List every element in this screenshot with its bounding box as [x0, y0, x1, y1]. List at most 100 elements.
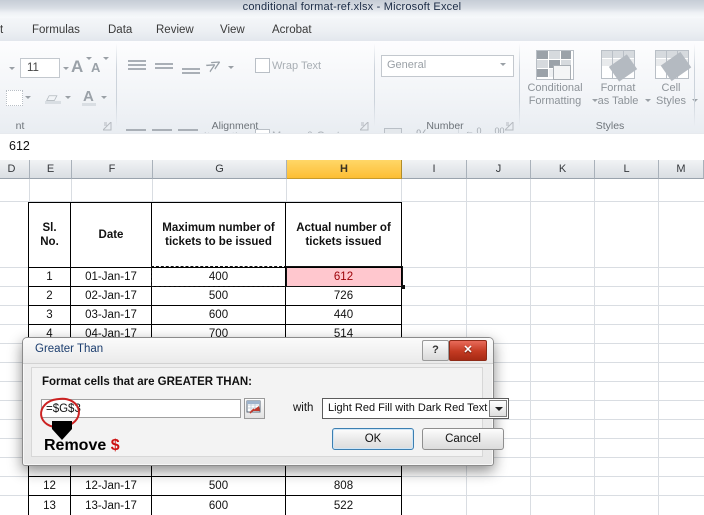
group-label-number: Number	[426, 120, 464, 132]
table-header-date: Date	[71, 203, 152, 267]
table-row[interactable]: 3 03-Jan-17 600 440	[29, 306, 401, 325]
cell-date[interactable]: 03-Jan-17	[71, 306, 152, 324]
help-button[interactable]: ?	[422, 340, 449, 361]
annotation-dollar-symbol: $	[110, 437, 120, 454]
cell-max[interactable]: 400	[152, 268, 286, 286]
table-header-max-tickets-line1: Maximum number of	[162, 222, 275, 234]
font-color-swatch[interactable]	[82, 103, 96, 106]
orientation-caret[interactable]	[228, 66, 234, 69]
group-label-font: nt	[15, 120, 25, 132]
font-name-dropdown-caret[interactable]	[9, 67, 15, 70]
number-format-caret[interactable]	[500, 63, 506, 66]
font-color-caret[interactable]	[101, 96, 107, 99]
window-title-bar: conditional format-ref.xlsx - Microsoft …	[0, 0, 704, 19]
table-row[interactable]: 2 02-Jan-17 500 726	[29, 287, 401, 306]
tab-review[interactable]: Review	[152, 21, 198, 39]
column-header-J[interactable]: J	[467, 160, 531, 179]
table-header-max-tickets-line2: tickets to be issued	[165, 236, 272, 248]
cell-actual[interactable]: 726	[286, 287, 401, 305]
format-as-table-caret[interactable]	[645, 99, 651, 102]
column-header-K[interactable]: K	[531, 160, 595, 179]
range-picker-button[interactable]	[244, 398, 265, 419]
tab-acrobat[interactable]: Acrobat	[268, 21, 316, 39]
table-header-sl-no-line1: Sl.	[42, 222, 57, 234]
formula-bar-value: 612	[9, 139, 30, 153]
cell-max[interactable]: 600	[152, 306, 286, 324]
column-header-E[interactable]: E	[30, 160, 72, 179]
grow-font-icon[interactable]: A	[71, 57, 83, 77]
cell-actual[interactable]: 808	[286, 477, 401, 495]
cell-actual[interactable]: 440	[286, 306, 401, 324]
column-header-G[interactable]: G	[153, 160, 287, 179]
cell-date[interactable]: 13-Jan-17	[71, 496, 152, 515]
dialog-title-bar[interactable]: Greater Than ? ✕	[23, 338, 493, 364]
cancel-button[interactable]: Cancel	[422, 428, 504, 450]
font-size-dropdown-caret[interactable]	[63, 67, 69, 70]
table-row[interactable]: 13 13-Jan-17 600 522	[29, 496, 401, 515]
number-dialog-launcher-icon[interactable]	[505, 122, 514, 131]
table-row[interactable]: 12 12-Jan-17 500 808	[29, 477, 401, 496]
column-header-F[interactable]: F	[72, 160, 153, 179]
window-title: conditional format-ref.xlsx - Microsoft …	[242, 1, 462, 13]
borders-caret[interactable]	[25, 96, 31, 99]
group-label-styles: Styles	[595, 120, 625, 132]
column-header-L[interactable]: L	[595, 160, 659, 179]
fill-color-caret[interactable]	[65, 96, 71, 99]
table-header-row: Sl. No. Date Maximum number of tickets t…	[29, 203, 401, 268]
format-as-table-icon[interactable]	[601, 50, 638, 82]
formula-bar[interactable]: 612	[0, 133, 704, 161]
table-row[interactable]: 1 01-Jan-17 400 612	[29, 268, 401, 287]
cell-sl-no[interactable]: 12	[29, 477, 71, 495]
column-header-I[interactable]: I	[402, 160, 467, 179]
cell-sl-no[interactable]: 13	[29, 496, 71, 515]
cell-styles-caret[interactable]	[692, 99, 698, 102]
borders-icon[interactable]	[6, 90, 23, 106]
column-header-M[interactable]: M	[659, 160, 704, 179]
wrap-text-label[interactable]: Wrap Text	[272, 60, 321, 72]
column-header-D[interactable]: D	[0, 160, 30, 179]
fill-color-swatch[interactable]	[45, 101, 61, 104]
column-header-row: D E F G H I J K L M	[0, 160, 704, 179]
dialog-title: Greater Than	[35, 343, 104, 355]
chevron-down-icon[interactable]	[489, 400, 507, 417]
cell-sl-no[interactable]: 1	[29, 268, 71, 286]
wrap-text-icon[interactable]	[255, 58, 270, 73]
cell-actual[interactable]: 612	[286, 268, 401, 286]
font-dialog-launcher-icon[interactable]	[103, 122, 112, 131]
cell-date[interactable]: 02-Jan-17	[71, 287, 152, 305]
cell-date[interactable]: 01-Jan-17	[71, 268, 152, 286]
format-select[interactable]: Light Red Fill with Dark Red Text	[322, 398, 509, 419]
shrink-font-icon[interactable]: A	[91, 60, 100, 75]
group-label-alignment: Alignment	[211, 120, 259, 132]
tab-formulas[interactable]: Formulas	[28, 21, 84, 39]
tab-insert-partial[interactable]: t	[0, 21, 7, 39]
orientation-icon[interactable]: ≫	[203, 53, 225, 77]
cell-date[interactable]: 12-Jan-17	[71, 477, 152, 495]
cell-max[interactable]: 600	[152, 496, 286, 515]
conditional-formatting-label-line1[interactable]: Conditional	[520, 82, 590, 95]
format-as-table-label-line2[interactable]: as Table	[592, 95, 644, 108]
column-header-H[interactable]: H	[287, 160, 402, 179]
tab-view[interactable]: View	[216, 21, 249, 39]
format-as-table-label-line1[interactable]: Format	[592, 82, 644, 95]
format-select-value: Light Red Fill with Dark Red Text	[328, 402, 488, 414]
alignment-dialog-launcher-icon[interactable]	[360, 122, 369, 131]
cell-sl-no[interactable]: 3	[29, 306, 71, 324]
cell-max[interactable]: 500	[152, 287, 286, 305]
cell-styles-label-line2[interactable]: Styles	[652, 95, 690, 108]
cell-max[interactable]: 500	[152, 477, 286, 495]
ok-button[interactable]: OK	[332, 428, 414, 450]
cell-actual[interactable]: 522	[286, 496, 401, 515]
table-header-actual-tickets-line2: tickets issued	[305, 236, 382, 248]
close-button[interactable]: ✕	[449, 340, 487, 361]
cell-sl-no[interactable]: 2	[29, 287, 71, 305]
font-size-input[interactable]	[20, 58, 60, 78]
table-header-actual-tickets: Actual number of tickets issued	[286, 203, 401, 267]
cell-styles-icon[interactable]	[655, 50, 692, 82]
conditional-formatting-label-line2[interactable]: Formatting	[520, 95, 590, 108]
conditional-formatting-icon[interactable]	[536, 50, 574, 80]
table-header-sl-no-line2: No.	[40, 236, 59, 248]
tab-data[interactable]: Data	[104, 21, 136, 39]
cell-styles-label-line1[interactable]: Cell	[652, 82, 690, 95]
ribbon-tab-strip: t Formulas Data Review View Acrobat	[0, 18, 704, 42]
